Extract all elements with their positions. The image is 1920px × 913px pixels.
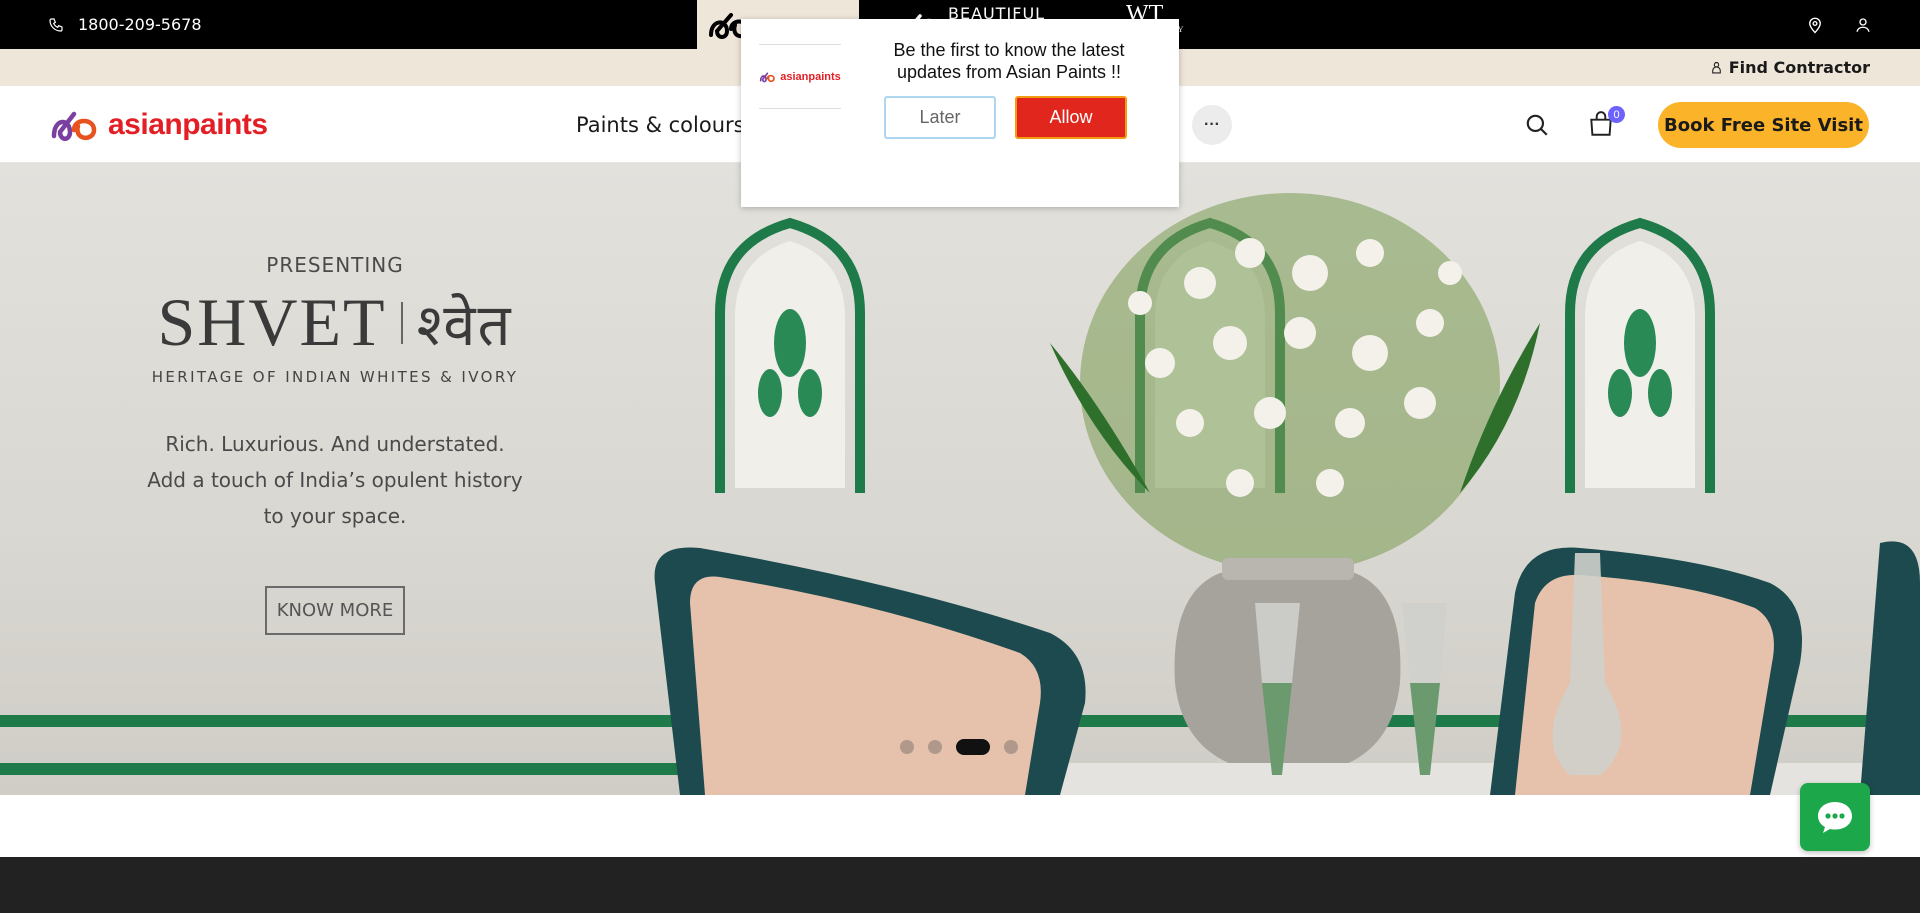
content-spacer	[0, 795, 1920, 857]
tagline-line-2: Add a touch of India’s opulent history	[147, 468, 523, 492]
popup-asianpaints-icon	[760, 72, 776, 82]
popup-logo-text: asianpaints	[780, 70, 841, 83]
hero-title-latin: SHVET	[157, 284, 387, 360]
allow-button[interactable]: Allow	[1015, 96, 1127, 139]
contractor-icon	[1711, 62, 1721, 74]
nav-paints-colours[interactable]: Paints & colours	[576, 86, 745, 163]
popup-logo: asianpaints	[759, 44, 841, 109]
tagline-line-3: to your space.	[263, 504, 407, 528]
phone-link[interactable]: 1800-209-5678	[48, 0, 202, 49]
title-divider	[400, 301, 403, 344]
chat-button[interactable]	[1800, 783, 1870, 851]
notification-permission-popup: asianpaints Be the first to know the lat…	[741, 19, 1179, 207]
carousel-dot-1[interactable]	[900, 740, 914, 754]
phone-icon	[49, 17, 63, 32]
carousel-dot-2[interactable]	[928, 740, 942, 754]
hero-banner: PRESENTING SHVET श्वेत HERITAGE OF INDIA…	[0, 163, 1920, 795]
user-icon[interactable]	[1854, 15, 1872, 35]
hero-subtitle: HERITAGE OF INDIAN WHITES & IVORY	[151, 368, 519, 386]
carousel-dots	[900, 739, 1018, 755]
find-contractor-link[interactable]: Find Contractor	[1710, 49, 1870, 86]
hero-presenting: PRESENTING	[266, 253, 404, 277]
more-menu-button[interactable]: ···	[1192, 105, 1232, 145]
hero-copy: PRESENTING SHVET श्वेत HERITAGE OF INDIA…	[140, 253, 530, 635]
tagline-line-1: Rich. Luxurious. And understated.	[165, 432, 505, 456]
know-more-button[interactable]: KNOW MORE	[264, 586, 406, 635]
logo-text: asianpaints	[108, 108, 268, 141]
hero-tagline: Rich. Luxurious. And understated. Add a …	[140, 426, 530, 534]
location-pin-icon[interactable]	[1806, 15, 1824, 35]
later-button[interactable]: Later	[884, 96, 996, 139]
phone-number: 1800-209-5678	[78, 15, 202, 34]
carousel-dot-4[interactable]	[1004, 740, 1018, 754]
dark-section	[0, 857, 1920, 913]
asianpaints-logo[interactable]: asianpaints	[50, 104, 268, 146]
popup-message: Be the first to know the latest updates …	[893, 40, 1125, 82]
carousel-dot-3-active[interactable]	[956, 739, 990, 755]
hero-title: SHVET श्वेत	[140, 283, 530, 362]
book-free-site-visit-button[interactable]: Book Free Site Visit	[1658, 102, 1869, 148]
chat-bubble-icon	[1818, 802, 1852, 833]
hero-title-devanagari: श्वेत	[416, 291, 513, 359]
asianpaints-brand-icon	[51, 111, 97, 141]
cart-count-badge: 0	[1608, 106, 1625, 123]
search-icon[interactable]	[1524, 112, 1550, 138]
find-contractor-label: Find Contractor	[1728, 58, 1870, 77]
